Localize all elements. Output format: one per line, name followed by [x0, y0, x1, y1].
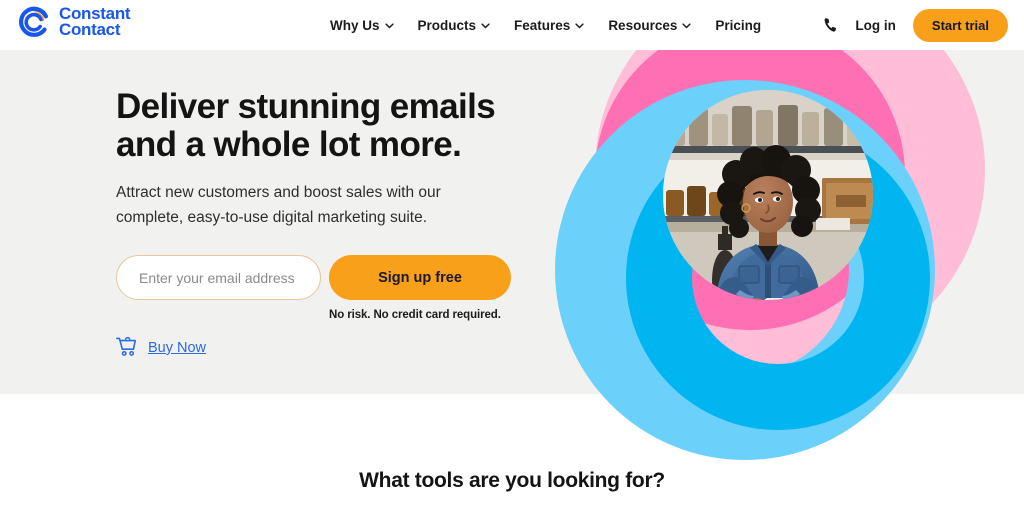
shopping-cart-icon: [116, 337, 139, 359]
login-link[interactable]: Log in: [855, 18, 896, 33]
nav-label: Products: [417, 17, 477, 33]
hero-title-line-1: Deliver stunning emails: [116, 87, 496, 126]
chevron-down-icon: [575, 21, 584, 29]
hero-subtitle: Attract new customers and boost sales wi…: [116, 180, 476, 230]
chevron-down-icon: [384, 21, 394, 29]
nav-item-pricing[interactable]: Pricing: [715, 18, 761, 33]
nav-label: Features: [514, 17, 571, 33]
signup-disclaimer: No risk. No credit card required.: [329, 309, 501, 321]
hero-subtitle-line-2: complete, easy-to-use digital marketing …: [116, 209, 428, 226]
site-header: Constant Contact Why Us Products Feature…: [0, 0, 1024, 50]
hero-title-line-2: and a whole lot more.: [116, 125, 462, 164]
nav-item-products[interactable]: Products: [418, 18, 491, 33]
chevron-down-icon: [682, 21, 692, 29]
hero-section: Deliver stunning emails and a whole lot …: [0, 50, 1024, 394]
constant-contact-swirl-logo-icon: [18, 5, 52, 39]
nav-label: Why Us: [330, 17, 380, 33]
hero-subtitle-line-1: Attract new customers and boost sales wi…: [116, 184, 441, 201]
tools-section: What tools are you looking for?: [0, 394, 1024, 510]
logo-wordmark: Constant Contact: [59, 5, 131, 39]
logo[interactable]: Constant Contact: [18, 5, 131, 39]
page-title: Deliver stunning emails and a whole lot …: [116, 88, 556, 164]
nav-label: Resources: [608, 17, 678, 33]
logo-word-2: Contact: [59, 20, 121, 39]
header-actions: Log in Start trial: [823, 0, 1008, 50]
nav-item-features[interactable]: Features: [514, 18, 584, 33]
signup-form: Sign up free: [116, 255, 556, 300]
buy-now-row[interactable]: Buy Now: [116, 337, 556, 359]
nav-item-why-us[interactable]: Why Us: [330, 18, 394, 33]
signup-free-button[interactable]: Sign up free: [329, 255, 511, 300]
main-navigation: Why Us Products Features Resources Prici…: [330, 0, 761, 50]
phone-icon[interactable]: [823, 17, 838, 33]
nav-label: Pricing: [715, 17, 762, 33]
email-input[interactable]: [116, 255, 321, 300]
start-trial-button[interactable]: Start trial: [912, 8, 1008, 42]
hero-copy: Deliver stunning emails and a whole lot …: [116, 88, 556, 359]
nav-item-resources[interactable]: Resources: [608, 17, 692, 33]
buy-now-link[interactable]: Buy Now: [148, 340, 206, 356]
landing-page: Constant Contact Why Us Products Feature…: [0, 0, 1024, 510]
chevron-down-icon: [481, 21, 490, 29]
tools-section-heading: What tools are you looking for?: [359, 469, 665, 492]
